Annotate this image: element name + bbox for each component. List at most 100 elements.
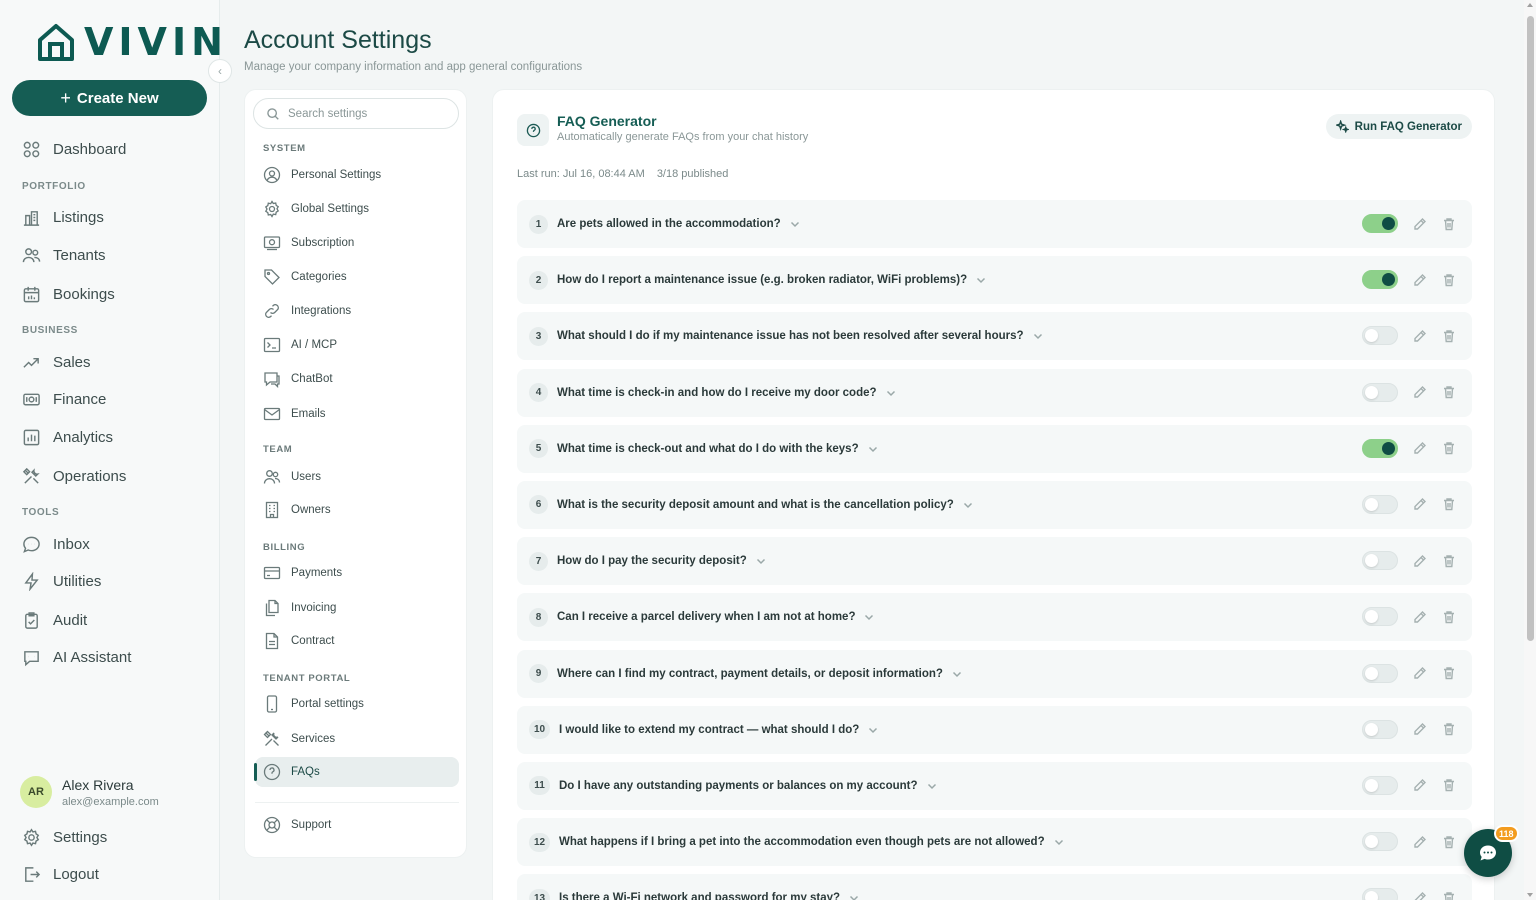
scroll-down-arrow-icon[interactable]: [1527, 893, 1533, 897]
pencil-icon[interactable]: [1413, 610, 1427, 624]
nav-tenants[interactable]: Tenants: [22, 243, 106, 267]
chevron-down-icon[interactable]: [885, 387, 897, 399]
trash-icon[interactable]: [1442, 441, 1456, 455]
pencil-icon[interactable]: [1413, 666, 1427, 680]
nav-settings[interactable]: Settings: [22, 825, 107, 849]
pencil-icon[interactable]: [1413, 554, 1427, 568]
scroll-up-arrow-icon[interactable]: [1527, 3, 1533, 7]
faq-question-text[interactable]: What time is check-in and how do I recei…: [557, 387, 877, 399]
nav-sales[interactable]: Sales: [22, 350, 91, 374]
publish-toggle[interactable]: [1362, 326, 1398, 346]
vivin-logo[interactable]: VIVIN: [36, 22, 228, 62]
publish-toggle[interactable]: [1362, 551, 1398, 571]
faq-row[interactable]: 13 Is there a Wi-Fi network and password …: [517, 874, 1472, 900]
faq-row[interactable]: 9 Where can I find my contract, payment d…: [517, 649, 1472, 698]
publish-toggle[interactable]: [1362, 382, 1398, 402]
faq-question-text[interactable]: What is the security deposit amount and …: [557, 499, 954, 511]
faq-row[interactable]: 7 How do I pay the security deposit?: [517, 537, 1472, 586]
menu-item-services[interactable]: Services: [255, 724, 459, 754]
nav-bookings[interactable]: Bookings: [22, 282, 115, 306]
publish-toggle[interactable]: [1362, 832, 1398, 852]
user-profile[interactable]: AR Alex Rivera alex@example.com: [20, 776, 159, 808]
trash-icon[interactable]: [1442, 778, 1456, 792]
faq-row[interactable]: 3 What should I do if my maintenance issu…: [517, 312, 1472, 361]
chevron-down-icon[interactable]: [926, 780, 938, 792]
nav-logout[interactable]: Logout: [22, 862, 99, 886]
menu-item-personal-settings[interactable]: Personal Settings: [255, 160, 459, 190]
faq-question-text[interactable]: Can I receive a parcel delivery when I a…: [557, 611, 855, 623]
trash-icon[interactable]: [1442, 554, 1456, 568]
nav-finance[interactable]: Finance: [22, 387, 106, 411]
faq-row[interactable]: 10 I would like to extend my contract — w…: [517, 705, 1472, 754]
trash-icon[interactable]: [1442, 666, 1456, 680]
pencil-icon[interactable]: [1413, 891, 1427, 900]
publish-toggle[interactable]: [1362, 438, 1398, 458]
pencil-icon[interactable]: [1413, 835, 1427, 849]
faq-row[interactable]: 11 Do I have any outstanding payments or …: [517, 761, 1472, 810]
publish-toggle[interactable]: [1362, 494, 1398, 514]
chevron-down-icon[interactable]: [1053, 836, 1065, 848]
menu-item-chatbot[interactable]: ChatBot: [255, 364, 459, 394]
create-new-button[interactable]: + Create New: [12, 80, 207, 116]
menu-item-categories[interactable]: Categories: [255, 262, 459, 292]
chevron-down-icon[interactable]: [951, 668, 963, 680]
nav-operations[interactable]: Operations: [22, 464, 126, 488]
pencil-icon[interactable]: [1413, 778, 1427, 792]
menu-item-portal-settings[interactable]: Portal settings: [255, 689, 459, 719]
faq-question-text[interactable]: I would like to extend my contract — wha…: [559, 724, 859, 736]
menu-item-invoicing[interactable]: Invoicing: [255, 593, 459, 623]
scroll-thumb[interactable]: [1527, 16, 1534, 641]
chevron-down-icon[interactable]: [1032, 330, 1044, 342]
publish-toggle[interactable]: [1362, 214, 1398, 233]
publish-toggle[interactable]: [1362, 607, 1398, 627]
publish-toggle[interactable]: [1362, 719, 1398, 739]
faq-row[interactable]: 1 Are pets allowed in the accommodation?: [517, 200, 1472, 248]
trash-icon[interactable]: [1442, 497, 1456, 511]
pencil-icon[interactable]: [1413, 329, 1427, 343]
page-scrollbar[interactable]: [1524, 0, 1536, 900]
menu-item-subscription[interactable]: Subscription: [255, 228, 459, 258]
faq-question-text[interactable]: How do I report a maintenance issue (e.g…: [557, 274, 967, 286]
chevron-down-icon[interactable]: [863, 611, 875, 623]
trash-icon[interactable]: [1442, 329, 1456, 343]
chevron-down-icon[interactable]: [975, 274, 987, 286]
menu-item-users[interactable]: Users: [255, 462, 459, 492]
pencil-icon[interactable]: [1413, 385, 1427, 399]
faq-row[interactable]: 5 What time is check-out and what do I do…: [517, 424, 1472, 473]
pencil-icon[interactable]: [1413, 217, 1427, 231]
publish-toggle[interactable]: [1362, 888, 1398, 900]
nav-listings[interactable]: Listings: [22, 205, 104, 229]
faq-question-text[interactable]: Are pets allowed in the accommodation?: [557, 218, 781, 230]
menu-item-global-settings[interactable]: Global Settings: [255, 194, 459, 224]
nav-inbox[interactable]: Inbox: [22, 532, 90, 556]
settings-search[interactable]: [253, 98, 459, 129]
nav-dashboard[interactable]: Dashboard: [22, 137, 126, 161]
trash-icon[interactable]: [1442, 217, 1456, 231]
faq-row[interactable]: 8 Can I receive a parcel delivery when I …: [517, 593, 1472, 642]
pencil-icon[interactable]: [1413, 497, 1427, 511]
pencil-icon[interactable]: [1413, 441, 1427, 455]
faq-question-text[interactable]: What happens if I bring a pet into the a…: [559, 836, 1045, 848]
trash-icon[interactable]: [1442, 385, 1456, 399]
chevron-down-icon[interactable]: [867, 724, 879, 736]
search-input[interactable]: [288, 107, 448, 120]
run-faq-generator-button[interactable]: Run FAQ Generator: [1325, 114, 1472, 139]
chevron-down-icon[interactable]: [848, 892, 860, 900]
pencil-icon[interactable]: [1413, 722, 1427, 736]
faq-row[interactable]: 6 What is the security deposit amount and…: [517, 480, 1472, 529]
chevron-down-icon[interactable]: [789, 218, 801, 230]
publish-toggle[interactable]: [1362, 663, 1398, 683]
menu-item-contract[interactable]: Contract: [255, 626, 459, 656]
menu-item-owners[interactable]: Owners: [255, 495, 459, 525]
publish-toggle[interactable]: [1362, 270, 1398, 290]
faq-question-text[interactable]: What time is check-out and what do I do …: [557, 443, 859, 455]
faq-row[interactable]: 12 What happens if I bring a pet into the…: [517, 818, 1472, 867]
menu-item-faqs[interactable]: FAQs: [254, 757, 459, 787]
faq-row[interactable]: 4 What time is check-in and how do I rece…: [517, 368, 1472, 417]
chevron-down-icon[interactable]: [962, 499, 974, 511]
publish-toggle[interactable]: [1362, 775, 1398, 795]
faq-row[interactable]: 2 How do I report a maintenance issue (e.…: [517, 256, 1472, 305]
faq-question-text[interactable]: What should I do if my maintenance issue…: [557, 330, 1024, 342]
nav-analytics[interactable]: Analytics: [22, 425, 113, 449]
menu-item-ai-mcp[interactable]: AI / MCP: [255, 330, 459, 360]
